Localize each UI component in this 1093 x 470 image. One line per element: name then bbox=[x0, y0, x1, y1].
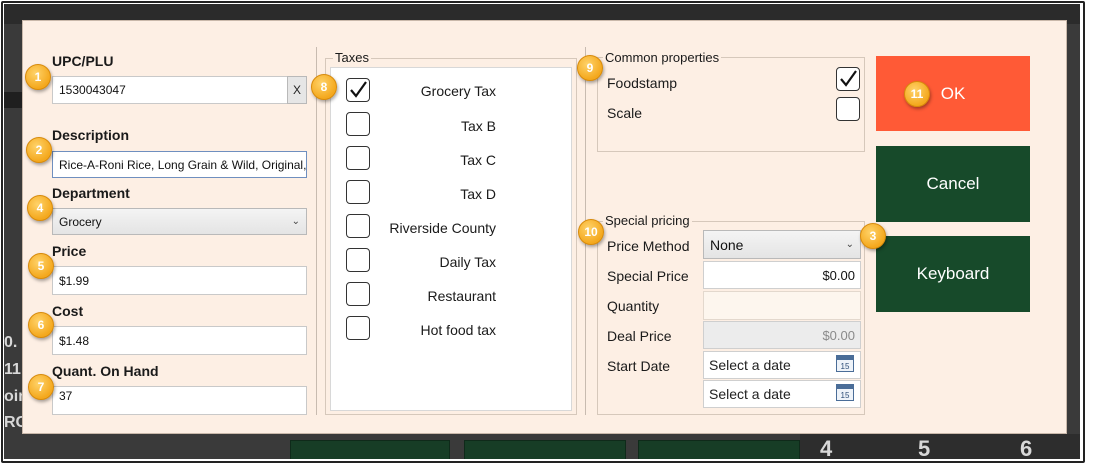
quantity-input[interactable] bbox=[703, 291, 861, 320]
tax-label: Tax B bbox=[460, 118, 496, 134]
foodstamp-label: Foodstamp bbox=[607, 75, 678, 91]
background-keypad bbox=[800, 434, 1080, 459]
background-button bbox=[464, 440, 626, 459]
callout-badge: 1 bbox=[25, 64, 51, 90]
callout-badge: 6 bbox=[28, 312, 54, 338]
price-label: Price bbox=[52, 243, 87, 259]
price-method-label: Price Method bbox=[607, 238, 690, 254]
scale-label: Scale bbox=[607, 105, 643, 121]
tax-label: Tax C bbox=[460, 152, 496, 168]
tax-label: Grocery Tax bbox=[420, 83, 496, 99]
quant-on-hand-label: Quant. On Hand bbox=[52, 363, 159, 379]
cost-label: Cost bbox=[52, 303, 84, 319]
common-properties-title: Common properties bbox=[603, 50, 722, 65]
background-keypad-key: 4 bbox=[820, 436, 833, 459]
background-text: 11 bbox=[4, 361, 21, 378]
cost-input[interactable]: $1.48 bbox=[52, 326, 307, 355]
taxes-title: Taxes bbox=[333, 50, 371, 65]
description-label: Description bbox=[52, 127, 130, 143]
background-button bbox=[290, 440, 450, 459]
department-value: Grocery bbox=[59, 214, 102, 229]
chevron-down-icon: ⌄ bbox=[291, 216, 300, 227]
tax-label: Daily Tax bbox=[439, 254, 496, 270]
callout-badge: 10 bbox=[578, 219, 604, 245]
background-text: 0. bbox=[4, 334, 18, 351]
start-date-label: Start Date bbox=[607, 358, 671, 374]
cancel-button[interactable]: Cancel bbox=[876, 146, 1030, 222]
deal-price-input[interactable]: $0.00 bbox=[703, 321, 861, 349]
special-price-label: Special Price bbox=[607, 268, 689, 284]
quantity-label: Quantity bbox=[607, 298, 660, 314]
callout-badge: 2 bbox=[26, 137, 52, 163]
check-icon bbox=[840, 70, 857, 87]
calendar-icon[interactable]: 15 bbox=[836, 355, 854, 372]
callout-badge: 8 bbox=[311, 74, 337, 100]
department-select[interactable]: Grocery ⌄ bbox=[52, 208, 307, 235]
callout-badge: 11 bbox=[904, 81, 930, 107]
end-date-picker[interactable]: Select a date 15 bbox=[703, 380, 861, 408]
end-date-placeholder: Select a date bbox=[709, 386, 791, 402]
upc-label: UPC/PLU bbox=[52, 53, 114, 69]
start-date-picker[interactable]: Select a date 15 bbox=[703, 351, 861, 379]
ok-button[interactable]: OK bbox=[876, 56, 1030, 131]
start-date-placeholder: Select a date bbox=[709, 357, 791, 373]
special-price-input[interactable]: $0.00 bbox=[703, 261, 861, 289]
quant-on-hand-input[interactable]: 37 bbox=[52, 386, 307, 415]
background-keypad-key: 5 bbox=[918, 436, 931, 459]
deal-price-label: Deal Price bbox=[607, 328, 672, 344]
callout-badge: 5 bbox=[28, 253, 54, 279]
department-label: Department bbox=[52, 185, 130, 201]
callout-badge: 7 bbox=[28, 374, 54, 400]
tax-label: Tax D bbox=[460, 186, 496, 202]
description-input[interactable]: Rice-A-Roni Rice, Long Grain & Wild, Ori… bbox=[52, 151, 307, 178]
foodstamp-checkbox[interactable] bbox=[836, 67, 860, 91]
clear-upc-button[interactable]: X bbox=[287, 76, 307, 104]
keyboard-button[interactable]: Keyboard bbox=[876, 236, 1030, 312]
scale-checkbox[interactable] bbox=[836, 97, 860, 121]
tax-label: Hot food tax bbox=[420, 322, 497, 338]
taxes-list: Grocery Tax Tax B Tax C Tax D Riverside … bbox=[330, 67, 572, 411]
price-input[interactable]: $1.99 bbox=[52, 266, 307, 295]
chevron-down-icon: ⌄ bbox=[845, 239, 854, 250]
callout-badge: 3 bbox=[860, 223, 886, 249]
price-method-select[interactable]: None ⌄ bbox=[703, 230, 861, 259]
column-divider bbox=[316, 47, 317, 415]
upc-input[interactable]: 1530043047 bbox=[52, 76, 288, 104]
tax-label: Restaurant bbox=[427, 288, 496, 304]
calendar-icon[interactable]: 15 bbox=[836, 384, 854, 401]
background-keypad-key: 6 bbox=[1020, 436, 1033, 459]
callout-badge: 9 bbox=[577, 55, 603, 81]
background-button bbox=[638, 440, 800, 459]
special-pricing-title: Special pricing bbox=[603, 213, 692, 228]
price-method-value: None bbox=[710, 236, 744, 253]
callout-badge: 4 bbox=[27, 195, 53, 221]
tax-label: Riverside County bbox=[389, 220, 496, 236]
